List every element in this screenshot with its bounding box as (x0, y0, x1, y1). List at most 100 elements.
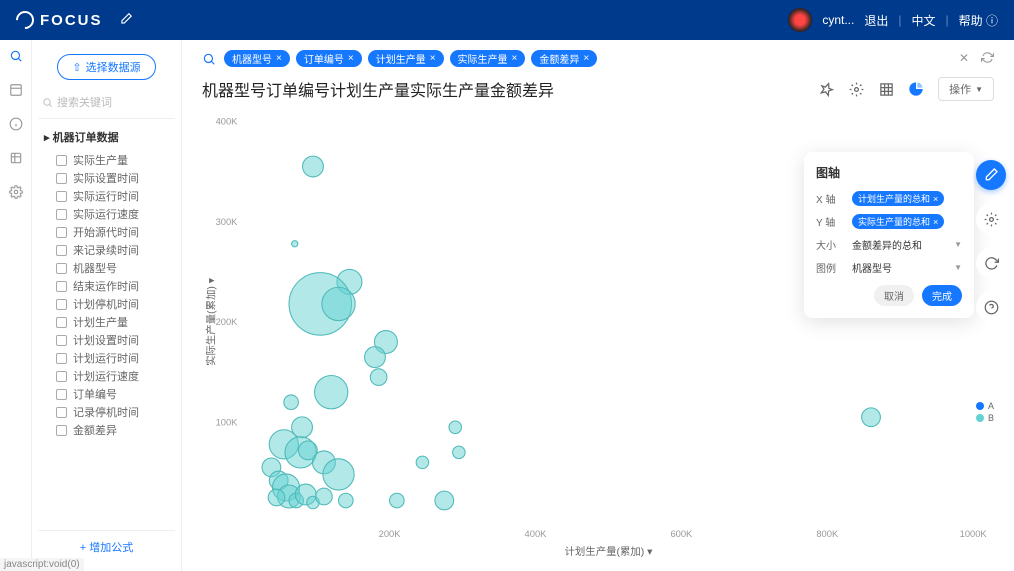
search-tag[interactable]: 计划生产量 × (368, 50, 444, 67)
tree-item[interactable]: 实际运行速度 (38, 205, 175, 223)
data-point[interactable] (284, 395, 299, 410)
data-point[interactable] (268, 489, 285, 506)
clear-icon[interactable]: ✕ (959, 51, 969, 67)
field-type-icon (56, 263, 67, 274)
field-label: 计划运行时间 (73, 350, 139, 366)
search-tag[interactable]: 实际生产量 × (450, 50, 526, 67)
gear-icon[interactable] (848, 81, 864, 97)
tree-item[interactable]: 实际运行时间 (38, 187, 175, 205)
data-point[interactable] (316, 488, 333, 505)
pie-chart-icon[interactable] (908, 81, 924, 97)
table-icon[interactable] (878, 81, 894, 97)
cancel-button[interactable]: 取消 (874, 285, 914, 306)
ok-button[interactable]: 完成 (922, 285, 962, 306)
field-label: 来记录续时间 (73, 242, 139, 258)
refresh-icon[interactable] (981, 51, 994, 67)
operations-dropdown[interactable]: 操作▼ (938, 77, 994, 101)
data-point[interactable] (303, 156, 324, 177)
size-select[interactable]: 金额差异的总和▼ (852, 237, 962, 252)
legend-item[interactable]: B (976, 413, 994, 423)
tree-item[interactable]: 计划运行时间 (38, 349, 175, 367)
close-icon[interactable]: × (276, 53, 282, 64)
info-icon[interactable] (8, 116, 24, 132)
chart-settings-icon[interactable] (976, 204, 1006, 234)
field-type-icon (56, 317, 67, 328)
field-type-icon (56, 227, 67, 238)
edit-icon[interactable] (119, 12, 133, 29)
tree-item[interactable]: 机器型号 (38, 259, 175, 277)
tree-item[interactable]: 实际设置时间 (38, 169, 175, 187)
close-icon[interactable]: × (933, 217, 938, 227)
avatar[interactable] (788, 8, 812, 32)
field-label: 订单编号 (73, 386, 117, 402)
tree-item[interactable]: 开始源代时间 (38, 223, 175, 241)
tree-item[interactable]: 金额差异 (38, 421, 175, 439)
username[interactable]: cynt... (822, 13, 854, 27)
field-label: 金额差异 (73, 422, 117, 438)
data-point[interactable] (322, 287, 355, 320)
svg-text:实际生产量(累加) ▾: 实际生产量(累加) ▾ (205, 278, 218, 366)
tree-root[interactable]: ▸ 机器订单数据 (38, 127, 175, 151)
edit-chart-button[interactable] (976, 160, 1006, 190)
legend-select[interactable]: 机器型号▼ (852, 260, 962, 275)
settings-icon[interactable] (8, 184, 24, 200)
sidebar-search[interactable]: 搜索关键词 (38, 90, 175, 119)
search-icon[interactable] (8, 48, 24, 64)
data-point[interactable] (315, 376, 348, 409)
pin-icon[interactable] (818, 81, 834, 97)
data-point[interactable] (390, 493, 405, 508)
data-point[interactable] (370, 369, 387, 386)
close-icon[interactable]: × (512, 53, 518, 64)
field-type-icon (56, 299, 67, 310)
reload-icon[interactable] (976, 248, 1006, 278)
tree-item[interactable]: 结束运作时间 (38, 277, 175, 295)
data-point[interactable] (416, 456, 429, 469)
data-point[interactable] (339, 493, 354, 508)
field-type-icon (56, 353, 67, 364)
field-type-icon (56, 173, 67, 184)
help-icon[interactable] (976, 292, 1006, 322)
size-label: 大小 (816, 237, 844, 252)
search-tag[interactable]: 机器型号 × (224, 50, 290, 67)
chart-title: 机器型号订单编号计划生产量实际生产量金额差异 (202, 77, 554, 101)
search-tag[interactable]: 金额差异 × (531, 50, 597, 67)
tree-item[interactable]: 计划设置时间 (38, 331, 175, 349)
tree-item[interactable]: 订单编号 (38, 385, 175, 403)
svg-text:计划生产量(累加) ▾: 计划生产量(累加) ▾ (564, 545, 652, 558)
data-point[interactable] (323, 459, 354, 490)
svg-text:200K: 200K (216, 317, 239, 327)
tree-item[interactable]: 计划生产量 (38, 313, 175, 331)
logo: FOCUS (16, 11, 103, 29)
tree-item[interactable]: 计划运行速度 (38, 367, 175, 385)
close-icon[interactable]: × (933, 194, 938, 204)
search-icon[interactable] (202, 52, 216, 66)
legend-item[interactable]: A (976, 401, 994, 411)
logout-link[interactable]: 退出 (864, 12, 888, 29)
sidebar: ⇧ 选择数据源 搜索关键词 ▸ 机器订单数据 实际生产量实际设置时间实际运行时间… (32, 40, 182, 571)
close-icon[interactable]: × (583, 53, 589, 64)
x-axis-chip[interactable]: 计划生产量的总和× (852, 191, 944, 206)
data-point[interactable] (449, 421, 462, 434)
tree-item[interactable]: 计划停机时间 (38, 295, 175, 313)
data-point[interactable] (365, 347, 386, 368)
lang-link[interactable]: 中文 (912, 12, 936, 29)
close-icon[interactable]: × (348, 53, 354, 64)
upload-icon: ⇧ (72, 61, 81, 74)
tree-item[interactable]: 来记录续时间 (38, 241, 175, 259)
config-title: 图轴 (816, 164, 962, 181)
close-icon[interactable]: × (430, 53, 436, 64)
data-point[interactable] (435, 491, 454, 510)
y-axis-chip[interactable]: 实际生产量的总和× (852, 214, 944, 229)
tree-item[interactable]: 记录停机时间 (38, 403, 175, 421)
tree-item[interactable]: 实际生产量 (38, 151, 175, 169)
dashboard-icon[interactable] (8, 82, 24, 98)
header-right: cynt... 退出 | 中文 | 帮助 ⓘ (788, 8, 998, 32)
data-icon[interactable] (8, 150, 24, 166)
data-point[interactable] (292, 241, 298, 247)
data-point[interactable] (453, 446, 466, 459)
select-datasource-button[interactable]: ⇧ 选择数据源 (57, 54, 155, 80)
search-tag[interactable]: 订单编号 × (296, 50, 362, 67)
svg-text:300K: 300K (216, 217, 239, 227)
data-point[interactable] (862, 408, 881, 427)
help-link[interactable]: 帮助 ⓘ (959, 12, 998, 29)
